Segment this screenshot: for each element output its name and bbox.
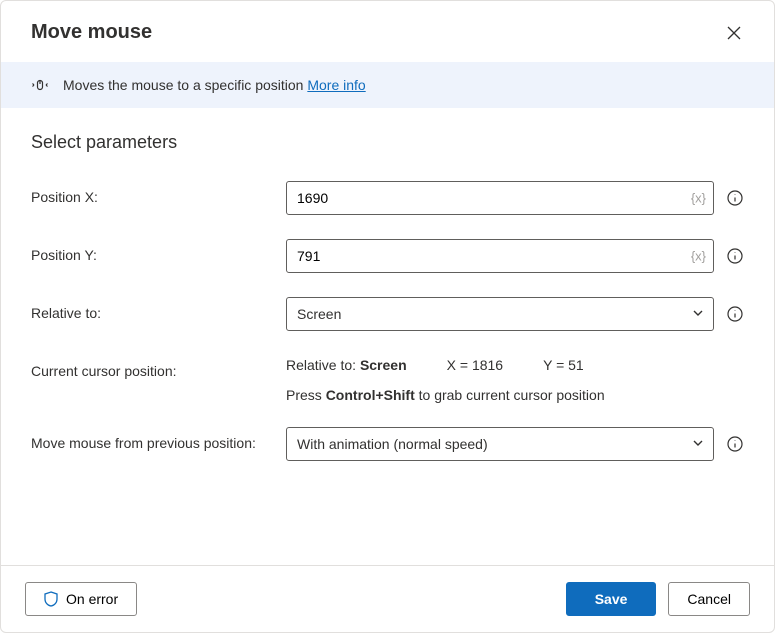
info-icon[interactable] bbox=[726, 189, 744, 207]
mouse-action-icon bbox=[31, 76, 49, 94]
info-icon[interactable] bbox=[726, 305, 744, 323]
dialog-title: Move mouse bbox=[31, 21, 152, 44]
close-button[interactable] bbox=[724, 23, 744, 43]
section-title: Select parameters bbox=[31, 132, 744, 153]
cursor-hint: Press Control+Shift to grab current curs… bbox=[286, 387, 744, 403]
shield-icon bbox=[44, 591, 58, 607]
on-error-button[interactable]: On error bbox=[25, 582, 137, 616]
close-icon bbox=[727, 26, 741, 40]
cursor-position-readout: Relative to: Screen X = 1816 Y = 51 bbox=[286, 357, 744, 373]
position-x-label: Position X: bbox=[31, 181, 286, 205]
current-cursor-label: Current cursor position: bbox=[31, 355, 286, 379]
save-button[interactable]: Save bbox=[566, 582, 657, 616]
position-y-input[interactable] bbox=[286, 239, 714, 273]
info-icon[interactable] bbox=[726, 435, 744, 453]
info-icon[interactable] bbox=[726, 247, 744, 265]
relative-to-label: Relative to: bbox=[31, 297, 286, 321]
relative-to-select[interactable]: Screen bbox=[286, 297, 714, 331]
move-from-select[interactable]: With animation (normal speed) bbox=[286, 427, 714, 461]
position-x-input[interactable] bbox=[286, 181, 714, 215]
info-banner: Moves the mouse to a specific position M… bbox=[1, 62, 774, 108]
move-from-label: Move mouse from previous position: bbox=[31, 427, 286, 451]
more-info-link[interactable]: More info bbox=[307, 77, 365, 93]
cancel-button[interactable]: Cancel bbox=[668, 582, 750, 616]
banner-text: Moves the mouse to a specific position M… bbox=[63, 77, 366, 93]
position-y-label: Position Y: bbox=[31, 239, 286, 263]
